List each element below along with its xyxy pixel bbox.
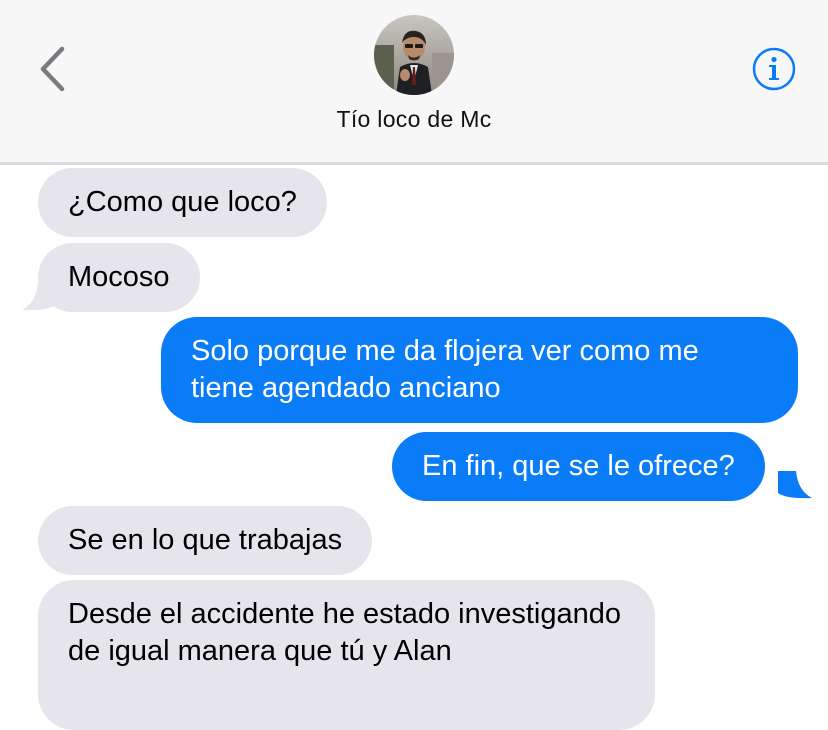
message-bubble-incoming[interactable]: Mocoso — [38, 243, 200, 312]
info-icon[interactable] — [751, 46, 797, 92]
message-bubble-incoming[interactable]: Desde el accidente he estado investigand… — [38, 580, 655, 730]
message-bubble-outgoing[interactable]: En fin, que se le ofrece? — [392, 432, 765, 501]
bubble-tail — [22, 283, 56, 311]
message-bubble-incoming[interactable]: Se en lo que trabajas — [38, 506, 373, 575]
message-bubble-outgoing[interactable]: Solo porque me da flojera ver como me ti… — [161, 317, 798, 423]
info-button[interactable] — [751, 46, 797, 92]
chevron-left-icon[interactable] — [30, 42, 80, 96]
contact-avatar[interactable] — [374, 15, 454, 95]
conversation-header: Tío loco de Mc — [0, 0, 828, 165]
back-button[interactable] — [30, 42, 80, 96]
message-bubble-incoming[interactable]: ¿Como que loco? — [38, 168, 327, 237]
bubble-tail — [778, 471, 812, 499]
message-thread[interactable]: ¿Como que loco? Mocoso Solo porque me da… — [0, 165, 828, 730]
contact-name[interactable]: Tío loco de Mc — [0, 106, 828, 133]
